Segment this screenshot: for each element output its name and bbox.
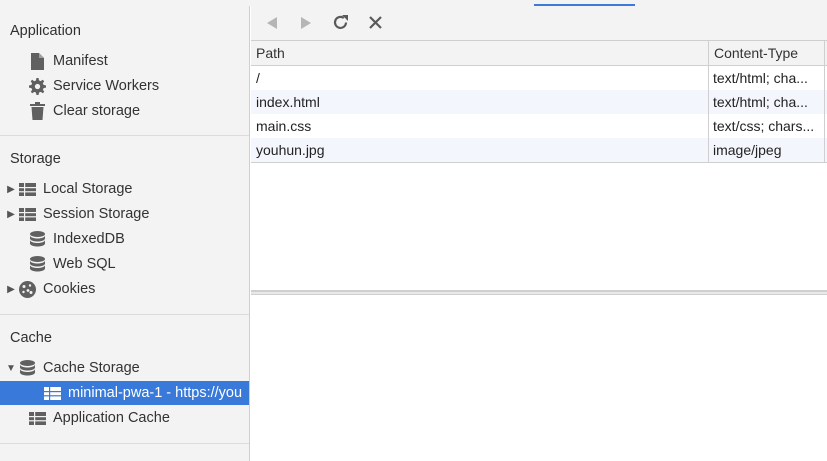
- sidebar-item-label: Local Storage: [43, 181, 133, 197]
- sidebar-item-label: Cookies: [43, 281, 96, 297]
- section-title-storage: Storage: [10, 151, 61, 167]
- back-icon: [266, 16, 278, 32]
- sidebar-item-session-storage[interactable]: ▶ Session Storage: [0, 202, 249, 226]
- sidebar-item-label: Clear storage: [53, 103, 141, 119]
- sidebar-item-service-workers[interactable]: Service Workers: [0, 74, 249, 98]
- column-header-content-type[interactable]: Content-Type: [708, 41, 825, 65]
- back-button[interactable]: [262, 14, 282, 34]
- sidebar-item-label: minimal-pwa-1 - https://you: [68, 385, 243, 401]
- section-divider: [0, 314, 249, 315]
- cell-path: index.html: [256, 94, 320, 110]
- refresh-icon: [332, 14, 349, 34]
- cell-content-type: text/html; cha...: [713, 94, 808, 110]
- column-header-path[interactable]: Path: [251, 41, 708, 65]
- sidebar-item-web-sql[interactable]: Web SQL: [0, 252, 249, 276]
- table-row[interactable]: index.html text/html; cha...: [251, 90, 827, 114]
- table-row[interactable]: main.css text/css; chars...: [251, 114, 827, 138]
- forward-icon: [300, 16, 312, 32]
- sidebar-item-indexeddb[interactable]: IndexedDB: [0, 227, 249, 251]
- sidebar-item-local-storage[interactable]: ▶ Local Storage: [0, 177, 249, 201]
- trash-icon: [28, 102, 46, 120]
- sidebar-item-label: Application Cache: [53, 410, 170, 426]
- section-title-application: Application: [10, 23, 81, 39]
- table-icon: [18, 205, 36, 223]
- database-icon: [28, 230, 46, 248]
- table-row[interactable]: / text/html; cha...: [251, 66, 827, 90]
- sidebar-item-cookies[interactable]: ▶ Cookies: [0, 277, 249, 301]
- cache-entries-table: Path Content-Type / text/html; cha... in…: [251, 41, 827, 291]
- table-icon: [43, 384, 61, 402]
- expand-arrow-icon[interactable]: ▶: [0, 209, 16, 220]
- table-row[interactable]: youhun.jpg image/jpeg: [251, 138, 827, 162]
- sidebar-item-application-cache[interactable]: Application Cache: [0, 406, 249, 430]
- cell-path: main.css: [256, 118, 312, 134]
- section-divider: [0, 135, 249, 136]
- cell-content-type: image/jpeg: [713, 142, 782, 158]
- cookie-icon: [18, 280, 36, 298]
- gear-icon: [28, 77, 46, 95]
- preview-pane: [251, 295, 827, 461]
- table-icon: [18, 180, 36, 198]
- sidebar-item-cache-storage[interactable]: ▼ Cache Storage: [0, 356, 249, 380]
- forward-button[interactable]: [296, 14, 316, 34]
- column-divider: [708, 66, 709, 163]
- collapse-arrow-icon[interactable]: ▼: [0, 363, 16, 374]
- sidebar: Application Manifest Service Workers Cle…: [0, 6, 250, 461]
- sidebar-item-label: Cache Storage: [43, 360, 140, 376]
- refresh-button[interactable]: [330, 14, 350, 34]
- expand-arrow-icon[interactable]: ▶: [0, 184, 16, 195]
- table-header: Path Content-Type: [251, 41, 827, 66]
- section-divider: [0, 443, 249, 444]
- table-edge: [824, 41, 825, 163]
- sidebar-item-cache-entry[interactable]: minimal-pwa-1 - https://you: [0, 381, 249, 405]
- sidebar-item-manifest[interactable]: Manifest: [0, 49, 249, 73]
- toolbar: [251, 6, 827, 41]
- cell-path: /: [256, 70, 260, 86]
- expand-arrow-icon[interactable]: ▶: [0, 284, 16, 295]
- sidebar-item-clear-storage[interactable]: Clear storage: [0, 99, 249, 123]
- database-icon: [18, 359, 36, 377]
- document-icon: [28, 52, 46, 70]
- sidebar-item-label: Session Storage: [43, 206, 150, 222]
- close-icon: [368, 16, 382, 32]
- cell-path: youhun.jpg: [256, 142, 325, 158]
- row-divider: [251, 162, 827, 163]
- sidebar-item-label: Manifest: [53, 53, 108, 69]
- cell-content-type: text/html; cha...: [713, 70, 808, 86]
- database-icon: [28, 255, 46, 273]
- sidebar-item-label: Web SQL: [53, 256, 116, 272]
- cache-view-panel: Path Content-Type / text/html; cha... in…: [251, 6, 827, 461]
- delete-button[interactable]: [365, 14, 385, 34]
- cell-content-type: text/css; chars...: [713, 118, 815, 134]
- section-title-cache: Cache: [10, 330, 52, 346]
- sidebar-item-label: Service Workers: [53, 78, 160, 94]
- table-icon: [28, 409, 46, 427]
- sidebar-item-label: IndexedDB: [53, 231, 125, 247]
